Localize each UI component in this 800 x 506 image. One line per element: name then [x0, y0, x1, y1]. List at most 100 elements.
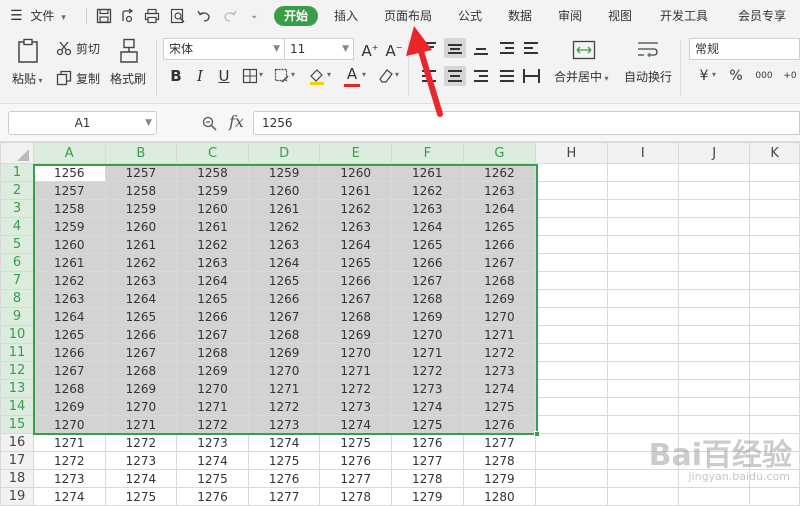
cell-k9[interactable] — [749, 307, 800, 326]
cell-f19[interactable]: 1279 — [391, 487, 464, 506]
cell-a7[interactable]: 1262 — [32, 271, 106, 290]
cell-h8[interactable] — [535, 289, 608, 308]
column-header-a[interactable]: A — [32, 142, 106, 164]
cell-h13[interactable] — [535, 379, 608, 398]
tab-formulas[interactable]: 公式 — [458, 0, 482, 32]
align-middle-icon[interactable] — [444, 38, 466, 58]
cell-g6[interactable]: 1267 — [462, 253, 537, 272]
cell-d4[interactable]: 1262 — [247, 217, 321, 236]
cell-a12[interactable]: 1267 — [32, 361, 106, 380]
cell-c2[interactable]: 1259 — [176, 181, 249, 200]
percent-icon[interactable]: % — [726, 66, 746, 86]
cell-g4[interactable]: 1265 — [462, 217, 537, 236]
cell-c3[interactable]: 1260 — [176, 199, 249, 218]
cell-c13[interactable]: 1270 — [176, 379, 249, 398]
select-all-corner[interactable] — [0, 142, 34, 164]
cell-f10[interactable]: 1270 — [391, 325, 464, 344]
align-left-icon[interactable] — [418, 66, 440, 86]
cell-f6[interactable]: 1266 — [391, 253, 464, 272]
align-center-icon[interactable] — [444, 66, 466, 86]
cell-a19[interactable]: 1274 — [32, 487, 106, 506]
cell-i1[interactable] — [606, 163, 679, 182]
cell-i5[interactable] — [606, 235, 679, 254]
cell-i12[interactable] — [606, 361, 679, 380]
row-header-7[interactable]: 7 — [0, 271, 34, 290]
cell-c6[interactable]: 1263 — [176, 253, 249, 272]
cell-h5[interactable] — [535, 235, 608, 254]
cell-h17[interactable] — [535, 451, 608, 470]
print-icon[interactable] — [144, 8, 160, 24]
cell-k11[interactable] — [749, 343, 800, 362]
cell-d2[interactable]: 1260 — [247, 181, 321, 200]
cell-j17[interactable] — [677, 451, 751, 470]
cell-b8[interactable]: 1264 — [104, 289, 178, 308]
cell-d8[interactable]: 1266 — [247, 289, 321, 308]
cell-c5[interactable]: 1262 — [176, 235, 249, 254]
row-header-16[interactable]: 16 — [0, 433, 34, 452]
row-header-2[interactable]: 2 — [0, 181, 34, 200]
cell-e3[interactable]: 1262 — [319, 199, 392, 218]
cell-f4[interactable]: 1264 — [391, 217, 464, 236]
cell-d1[interactable]: 1259 — [247, 163, 321, 182]
row-header-13[interactable]: 13 — [0, 379, 34, 398]
cell-i8[interactable] — [606, 289, 679, 308]
formula-input[interactable]: 1256 — [253, 111, 800, 135]
cell-e1[interactable]: 1260 — [319, 163, 392, 182]
cell-f1[interactable]: 1261 — [391, 163, 464, 182]
justify-icon[interactable] — [496, 66, 518, 86]
cell-f5[interactable]: 1265 — [391, 235, 464, 254]
cell-f8[interactable]: 1268 — [391, 289, 464, 308]
cell-d10[interactable]: 1268 — [247, 325, 321, 344]
merge-center-button[interactable]: 合并居中 ▾ — [554, 68, 609, 85]
cell-a4[interactable]: 1259 — [32, 217, 106, 236]
cell-f18[interactable]: 1278 — [391, 469, 464, 488]
row-header-19[interactable]: 19 — [0, 487, 34, 506]
column-header-h[interactable]: H — [535, 142, 608, 164]
cell-a8[interactable]: 1263 — [32, 289, 106, 308]
cell-g10[interactable]: 1271 — [462, 325, 537, 344]
align-bottom-icon[interactable] — [470, 38, 492, 58]
cell-g11[interactable]: 1272 — [462, 343, 537, 362]
cell-b17[interactable]: 1273 — [104, 451, 178, 470]
cell-j1[interactable] — [677, 163, 751, 182]
cell-a15[interactable]: 1270 — [32, 415, 106, 434]
cell-d5[interactable]: 1263 — [247, 235, 321, 254]
cell-a17[interactable]: 1272 — [32, 451, 106, 470]
cell-a18[interactable]: 1273 — [32, 469, 106, 488]
distributed-icon[interactable] — [520, 66, 542, 86]
column-header-c[interactable]: C — [176, 142, 249, 164]
chevron-down-icon[interactable]: ▾ — [327, 70, 331, 79]
format-painter-icon[interactable] — [118, 38, 140, 64]
cell-k2[interactable] — [749, 181, 800, 200]
tab-review[interactable]: 审阅 — [558, 0, 582, 32]
cell-a2[interactable]: 1257 — [32, 181, 106, 200]
cell-j15[interactable] — [677, 415, 751, 434]
cell-e17[interactable]: 1276 — [319, 451, 392, 470]
cell-k3[interactable] — [749, 199, 800, 218]
paste-button[interactable]: 粘贴 ▾ — [12, 70, 43, 87]
cell-i11[interactable] — [606, 343, 679, 362]
row-header-14[interactable]: 14 — [0, 397, 34, 416]
chevron-down-icon[interactable]: ▾ — [291, 70, 295, 79]
font-color-icon[interactable]: A — [342, 64, 362, 84]
cell-k15[interactable] — [749, 415, 800, 434]
fill-color-icon[interactable] — [308, 67, 326, 85]
cell-e12[interactable]: 1271 — [319, 361, 392, 380]
cell-e14[interactable]: 1273 — [319, 397, 392, 416]
cell-e18[interactable]: 1277 — [319, 469, 392, 488]
cell-j6[interactable] — [677, 253, 751, 272]
cell-k16[interactable] — [749, 433, 800, 452]
cell-j10[interactable] — [677, 325, 751, 344]
cell-b10[interactable]: 1266 — [104, 325, 178, 344]
column-header-b[interactable]: B — [104, 142, 178, 164]
cell-i18[interactable] — [606, 469, 679, 488]
cell-h4[interactable] — [535, 217, 608, 236]
print-preview-icon[interactable] — [170, 8, 186, 24]
cell-b6[interactable]: 1262 — [104, 253, 178, 272]
cell-h7[interactable] — [535, 271, 608, 290]
cell-f9[interactable]: 1269 — [391, 307, 464, 326]
increase-indent-icon[interactable] — [520, 38, 542, 58]
column-header-f[interactable]: F — [391, 142, 464, 164]
cell-i19[interactable] — [606, 487, 679, 506]
cell-table[interactable]: A B C D E F G H I J K 1 1256 1257 1258 1259 1260 1261 1262… — [0, 142, 800, 506]
